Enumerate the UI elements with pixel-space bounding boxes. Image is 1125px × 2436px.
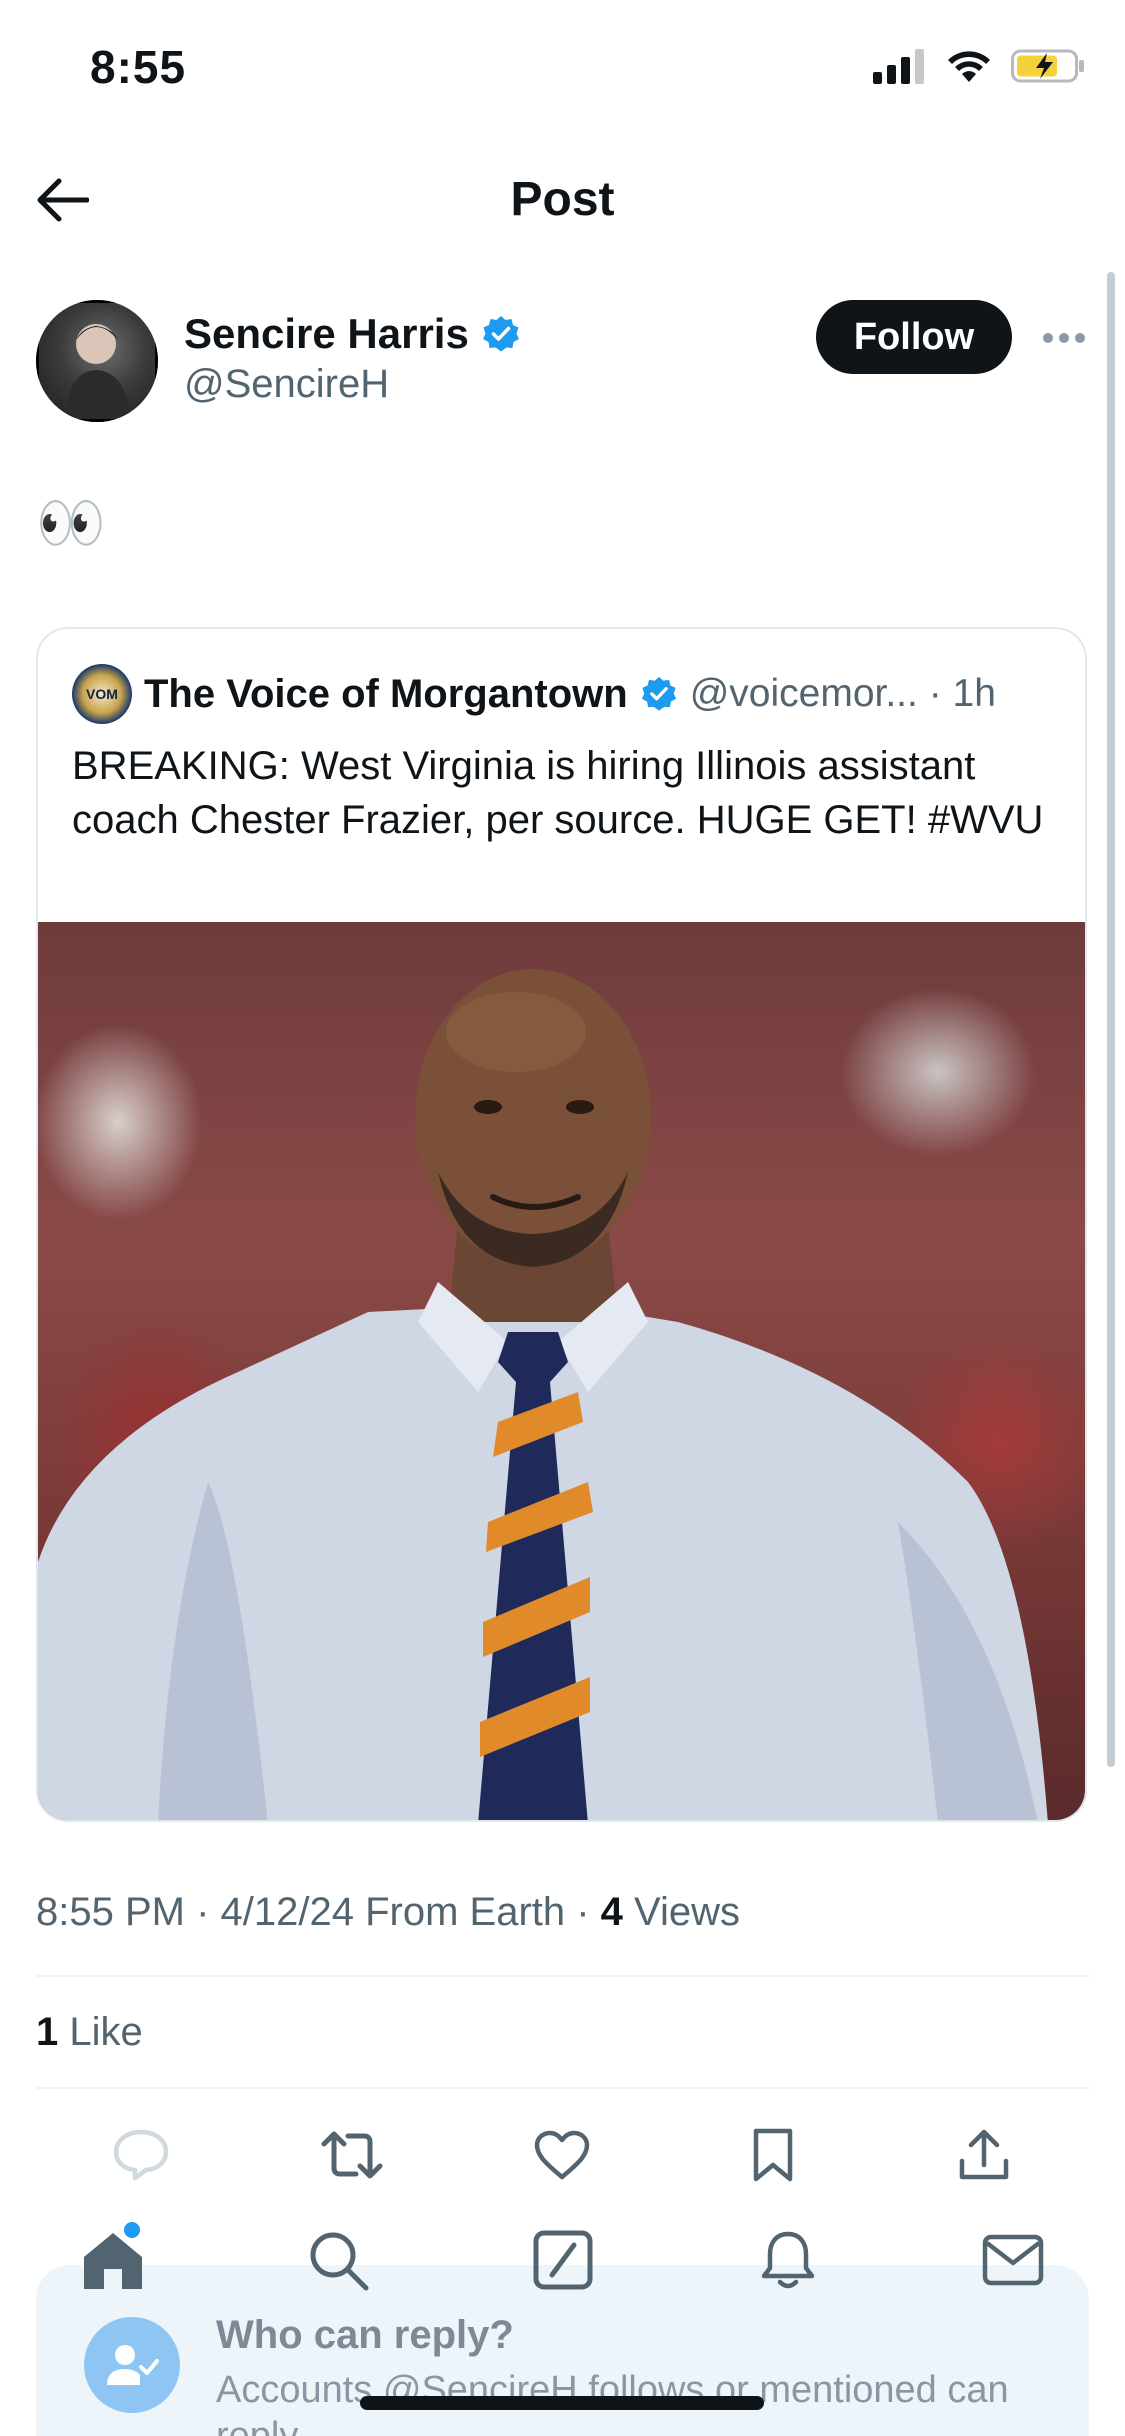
likes-label: Like <box>58 2010 143 2054</box>
tab-home[interactable] <box>58 2210 168 2310</box>
cellular-signal-icon <box>873 49 924 84</box>
envelope-icon <box>982 2234 1043 2286</box>
search-icon <box>310 2232 368 2291</box>
tab-search[interactable] <box>283 2210 393 2310</box>
quoted-post-header: VOM The Voice of Morgantown @voicemor...… <box>72 664 996 724</box>
page-title: Post <box>510 173 615 226</box>
bookmark-button[interactable] <box>728 2115 818 2195</box>
bottom-tab-bar <box>0 2205 1125 2315</box>
post-author: Sencire Harris @SencireH Follow <box>36 300 1096 430</box>
status-time: 8:55 <box>90 41 187 93</box>
reply-panel-title: Who can reply? <box>216 2313 514 2357</box>
quoted-author-name: The Voice of Morgantown <box>144 671 628 716</box>
notification-dot-icon <box>123 2222 140 2238</box>
battery-charging-icon <box>1011 49 1084 83</box>
author-handle[interactable]: @SencireH <box>184 362 389 407</box>
person-check-icon <box>107 2345 159 2385</box>
views-count: 4 <box>600 1890 623 1934</box>
quoted-post[interactable]: VOM The Voice of Morgantown @voicemor...… <box>36 627 1087 1822</box>
mentioned-accounts-icon <box>84 2317 180 2413</box>
status-icons <box>873 48 1085 84</box>
quoted-post-photo[interactable] <box>38 922 1085 1820</box>
repost-button[interactable] <box>307 2115 397 2195</box>
follow-button[interactable]: Follow <box>816 300 1012 374</box>
more-options-button[interactable] <box>1034 318 1094 358</box>
wifi-icon <box>948 51 990 82</box>
share-icon <box>959 2129 1008 2180</box>
more-dot-icon <box>1043 333 1053 343</box>
post-time-date: 8:55 PM · 4/12/24 From Earth · <box>36 1890 601 1934</box>
more-dot-icon <box>1075 333 1085 343</box>
tab-notifications[interactable] <box>733 2210 843 2310</box>
views-label: Views <box>622 1890 741 1934</box>
tab-grok[interactable] <box>508 2210 618 2310</box>
quoted-author-avatar: VOM <box>72 664 132 724</box>
like-button[interactable] <box>517 2115 607 2195</box>
author-avatar[interactable] <box>36 300 158 422</box>
verified-badge-icon <box>641 676 676 711</box>
home-indicator[interactable] <box>360 2396 764 2410</box>
tab-messages[interactable] <box>958 2210 1068 2310</box>
nav-bar: Post <box>0 150 1125 250</box>
quoted-avatar-logo-text: VOM <box>86 686 118 702</box>
author-name-text: Sencire Harris <box>184 310 469 357</box>
bookmark-icon <box>753 2128 793 2182</box>
status-bar: 8:55 <box>0 0 1125 140</box>
post-text: 👀 <box>36 491 106 554</box>
divider <box>36 2087 1089 2089</box>
post-timestamp-views: 8:55 PM · 4/12/24 From Earth · 4 Views <box>36 1890 740 1935</box>
likes-count: 1 <box>36 2010 59 2054</box>
quoted-handle-time: @voicemor... · 1h <box>689 672 996 715</box>
likes-summary[interactable]: 1 Like <box>36 2010 143 2055</box>
coach-photo-illustration <box>38 969 1048 1820</box>
verified-badge-icon <box>482 316 519 352</box>
more-dot-icon <box>1059 333 1069 343</box>
author-name[interactable]: Sencire Harris <box>184 310 521 358</box>
divider <box>36 1975 1089 1977</box>
post-action-bar <box>36 2115 1089 2195</box>
grok-icon <box>533 2230 592 2290</box>
scrollbar[interactable] <box>1107 272 1115 1767</box>
quoted-post-text: BREAKING: West Virginia is hiring Illino… <box>72 744 1044 842</box>
bell-icon <box>761 2231 814 2289</box>
share-button[interactable] <box>939 2115 1029 2195</box>
reply-button[interactable] <box>96 2115 186 2195</box>
reply-icon <box>114 2129 169 2181</box>
heart-icon <box>535 2130 590 2180</box>
repost-icon <box>321 2131 383 2179</box>
avatar-image <box>36 300 158 422</box>
